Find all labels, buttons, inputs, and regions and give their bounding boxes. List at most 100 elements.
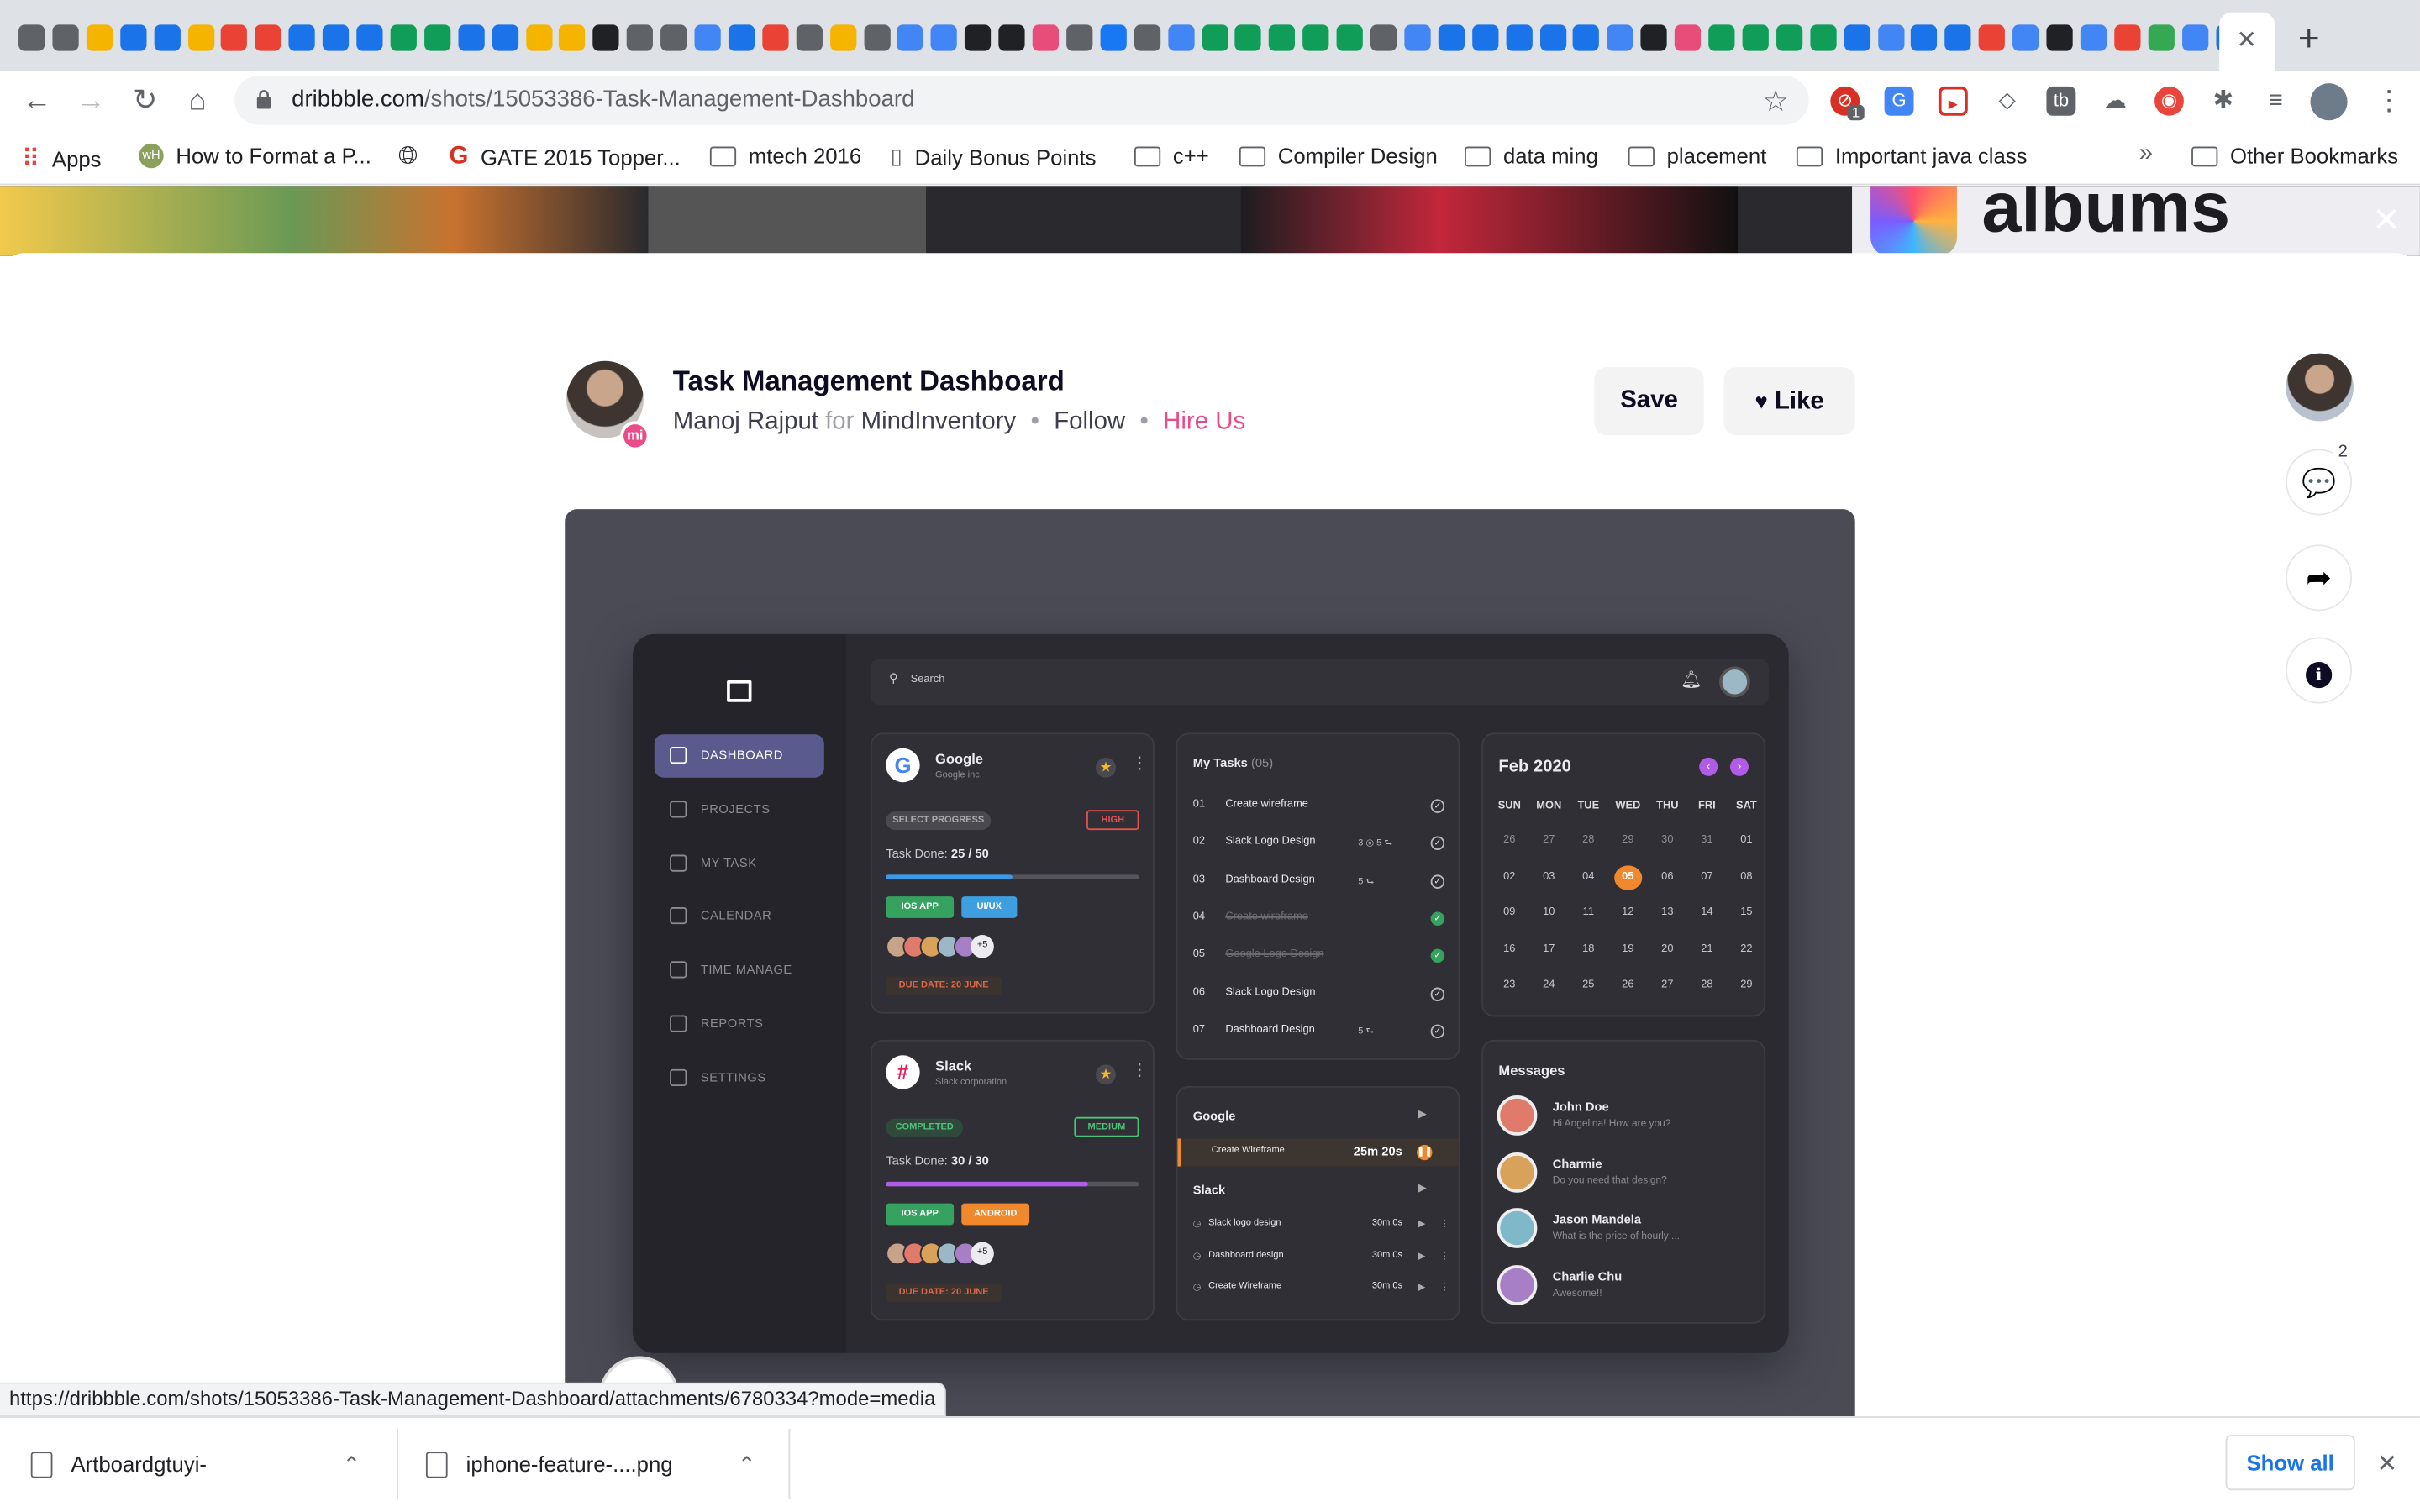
author-name[interactable]: Manoj Rajput [673, 409, 818, 435]
status-badge[interactable]: COMPLETED [886, 1118, 964, 1137]
close-download-bar-icon[interactable]: ✕ [2377, 1449, 2398, 1480]
tab-favicon-icon[interactable] [1134, 24, 1160, 51]
timer-row[interactable]: ◷ Slack logo design 30m 0s ▶ ⋮ [1193, 1219, 1449, 1237]
tab-favicon-icon[interactable] [1607, 24, 1634, 51]
checked-icon[interactable]: ✓ [1430, 911, 1445, 926]
shot-media[interactable]: DASHBOARD PROJECTS MY TASK CALENDAR TIME MAN… [565, 509, 1855, 1436]
tab-favicon-icon[interactable] [288, 24, 316, 51]
follow-link[interactable]: Follow [1054, 409, 1125, 435]
tab-favicon-icon[interactable] [1471, 24, 1498, 51]
play-icon[interactable]: ▶ [1418, 1282, 1425, 1293]
tab-favicon-icon[interactable] [761, 24, 789, 51]
check-icon[interactable]: ✓ [1430, 1024, 1445, 1038]
tab-favicon-icon[interactable] [18, 24, 45, 51]
bookmark-item[interactable]: Compiler Design [1239, 144, 1438, 168]
calendar-day[interactable]: 01 [1729, 828, 1763, 853]
bookmark-item[interactable]: mtech 2016 [709, 144, 861, 168]
reload-button[interactable]: ↻ [127, 83, 164, 120]
calendar-day[interactable]: 07 [1690, 864, 1723, 889]
calendar-day[interactable]: 20 [1650, 937, 1684, 962]
tab-favicon-icon[interactable] [424, 24, 450, 51]
check-icon[interactable]: ✓ [1430, 986, 1445, 1001]
active-timer-row[interactable]: Create Wireframe 25m 20s ❚❚ [1177, 1138, 1459, 1167]
more-options-icon[interactable]: ⋮ [1440, 1282, 1449, 1293]
tab-favicon-icon[interactable] [2012, 24, 2039, 51]
bookmark-item[interactable]: 🌐︎ [398, 144, 430, 171]
calendar-day[interactable]: 06 [1650, 864, 1684, 889]
calendar-day[interactable]: 09 [1492, 901, 1526, 926]
bookmark-star-icon[interactable]: ☆ [1763, 85, 1789, 120]
lock-icon[interactable] [256, 90, 271, 109]
calendar-day[interactable]: 23 [1492, 974, 1526, 998]
tab-favicon-icon[interactable] [1640, 24, 1667, 51]
calendar-day[interactable]: 10 [1532, 901, 1565, 926]
calendar-day[interactable]: 03 [1532, 864, 1565, 889]
tab-favicon-icon[interactable] [559, 24, 586, 51]
tab-favicon-icon[interactable] [627, 24, 654, 51]
calendar-day[interactable]: 28 [1571, 828, 1605, 853]
tab-favicon-icon[interactable] [1404, 24, 1431, 51]
tab-favicon-icon[interactable] [1235, 24, 1262, 51]
tab-favicon-icon[interactable] [2113, 24, 2141, 51]
tab-favicon-icon[interactable] [187, 24, 214, 51]
tab-favicon-icon[interactable] [1302, 24, 1329, 51]
dash-nav-dashboard[interactable]: DASHBOARD [654, 734, 824, 778]
calendar-day[interactable]: 21 [1690, 937, 1723, 962]
team-logo-badge[interactable]: mi [620, 421, 650, 451]
tab-favicon-icon[interactable] [1573, 24, 1600, 51]
extension-translate-icon[interactable]: G [1884, 86, 1914, 116]
play-icon[interactable]: ▶ [1418, 1182, 1427, 1194]
task-row[interactable]: 02 Slack Logo Design 3 ◎ 5 ⮑ ✓ [1193, 837, 1448, 855]
dash-nav-settings[interactable]: SETTINGS [655, 1057, 824, 1100]
tab-favicon-icon[interactable] [1742, 24, 1769, 51]
tab-favicon-icon[interactable] [694, 24, 721, 51]
more-options-icon[interactable]: ⋮ [1440, 1219, 1449, 1230]
close-tab-icon[interactable]: ✕ [2236, 24, 2257, 55]
next-month-button[interactable]: › [1729, 757, 1749, 776]
hire-us-link[interactable]: Hire Us [1163, 409, 1245, 435]
tab-favicon-icon[interactable] [1370, 24, 1397, 51]
tab-favicon-icon[interactable] [2080, 24, 2107, 51]
message-item[interactable]: Charmie Do you need that design? [1497, 1152, 1752, 1198]
message-item[interactable]: Jason Mandela What is the price of hourly… [1497, 1208, 1752, 1254]
save-button[interactable]: Save [1594, 367, 1704, 435]
calendar-day[interactable]: 22 [1729, 937, 1763, 962]
timer-row[interactable]: ◷ Create Wireframe 30m 0s ▶ ⋮ [1193, 1282, 1449, 1300]
back-button[interactable]: ← [18, 83, 55, 120]
bookmark-item[interactable]: data ming [1465, 144, 1598, 168]
check-icon[interactable]: ✓ [1430, 837, 1445, 851]
url-text[interactable]: dribbble.com/shots/15053386-Task-Managem… [292, 87, 914, 113]
tab-favicon-icon[interactable] [1877, 24, 1904, 51]
chrome-menu-icon[interactable]: ⋮ [2375, 85, 2403, 118]
tab-favicon-icon[interactable] [592, 24, 620, 51]
tab-favicon-icon[interactable] [457, 24, 485, 51]
tab-favicon-icon[interactable] [796, 24, 823, 51]
calendar-day[interactable]: 19 [1611, 937, 1644, 962]
bell-icon[interactable]: 🔔︎ [1681, 669, 1702, 690]
task-row[interactable]: 07 Dashboard Design 5 ⮑ ✓ [1193, 1024, 1448, 1042]
tab-favicon-icon[interactable] [1505, 24, 1533, 51]
tab-favicon-icon[interactable] [1776, 24, 1802, 51]
calendar-day[interactable]: 11 [1571, 901, 1605, 926]
tab-favicon-icon[interactable] [1032, 24, 1059, 51]
tab-favicon-icon[interactable] [1539, 24, 1566, 51]
tab-favicon-icon[interactable] [1201, 24, 1228, 51]
calendar-day[interactable]: 17 [1532, 937, 1565, 962]
calendar-day[interactable]: 25 [1571, 974, 1605, 998]
calendar-day[interactable]: 27 [1650, 974, 1684, 998]
calendar-day[interactable]: 14 [1690, 901, 1723, 926]
check-icon[interactable]: ✓ [1430, 874, 1445, 889]
bookmark-item[interactable]: placement [1628, 144, 1766, 168]
task-row[interactable]: 01 Create wireframe ✓ [1193, 799, 1448, 817]
more-options-icon[interactable]: ⋮ [1131, 1060, 1148, 1080]
star-icon[interactable]: ★ [1096, 1064, 1116, 1085]
calendar-day[interactable]: 08 [1729, 864, 1763, 889]
info-button[interactable]: i [2286, 637, 2353, 704]
extension-chat-icon[interactable]: ☁ [2100, 86, 2130, 116]
chevron-up-icon[interactable]: ⌃ [738, 1451, 756, 1477]
team-name[interactable]: MindInventory [861, 409, 1017, 435]
tab-favicon-icon[interactable] [1844, 24, 1870, 51]
calendar-day[interactable]: 28 [1690, 974, 1723, 998]
bookmark-item[interactable]: wH How to Format a P... [139, 143, 371, 169]
chevron-up-icon[interactable]: ⌃ [343, 1451, 361, 1477]
